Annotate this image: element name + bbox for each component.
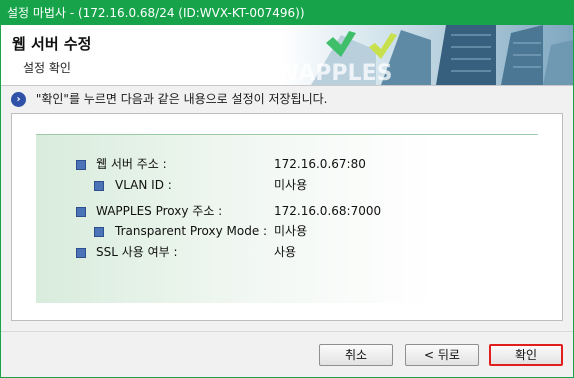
transparent-proxy-label: Transparent Proxy Mode : [115,224,268,238]
web-server-address-value: 172.16.0.67:80 [274,157,366,171]
vlan-id-label: VLAN ID : [115,178,172,192]
instruction-text: "확인"를 누르면 다음과 같은 내용으로 설정이 저장됩니다. [35,92,328,106]
instruction-line: › "확인"를 누르면 다음과 같은 내용으로 설정이 저장됩니다. [11,89,328,109]
bullet-icon [76,207,86,217]
vlan-id-row: VLAN ID : 미사용 [36,176,516,194]
transparent-proxy-value: 미사용 [274,224,308,238]
cancel-button[interactable]: 취소 [319,344,393,366]
bullet-icon [94,227,104,237]
proxy-address-row: WAPPLES Proxy 주소 : 172.16.0.68:7000 [36,202,516,220]
wizard-header: 웹 서버 수정 설정 확인 WAPPLES [1,25,573,86]
ssl-usage-label: SSL 사용 여부 : [96,245,178,259]
wapples-banner-image: WAPPLES [281,25,573,85]
back-button[interactable]: < 뒤로 [405,344,479,366]
proxy-address-value: 172.16.0.68:7000 [274,204,382,218]
title-bar: 설정 마법사 - (172.16.0.68/24 (ID:WVX-KT-0074… [1,1,573,25]
vlan-id-value: 미사용 [274,178,308,192]
bullet-icon [76,160,86,170]
bullet-icon [76,248,86,258]
web-server-address-row: 웹 서버 주소 : 172.16.0.67:80 [36,155,516,173]
window-title: 설정 마법사 - (172.16.0.68/24 (ID:WVX-KT-0074… [7,6,305,20]
wizard-window: 설정 마법사 - (172.16.0.68/24 (ID:WVX-KT-0074… [0,0,574,378]
transparent-proxy-row: Transparent Proxy Mode : 미사용 [36,222,516,240]
summary-panel: 웹 서버 주소 : 172.16.0.67:80 VLAN ID : 미사용 W… [11,113,563,321]
page-subtitle: 설정 확인 [23,61,71,75]
ssl-usage-row: SSL 사용 여부 : 사용 [36,243,516,261]
footer-divider [1,331,573,332]
ssl-usage-value: 사용 [274,245,297,259]
ok-button[interactable]: 확인 [489,344,563,366]
proxy-address-label: WAPPLES Proxy 주소 : [96,204,223,218]
summary-content: 웹 서버 주소 : 172.16.0.67:80 VLAN ID : 미사용 W… [36,134,538,303]
wapples-logo-text: WAPPLES [281,61,392,85]
bullet-icon [94,181,104,191]
web-server-address-label: 웹 서버 주소 : [96,157,167,171]
info-arrow-icon: › [11,92,26,107]
page-title: 웹 서버 수정 [12,35,92,53]
